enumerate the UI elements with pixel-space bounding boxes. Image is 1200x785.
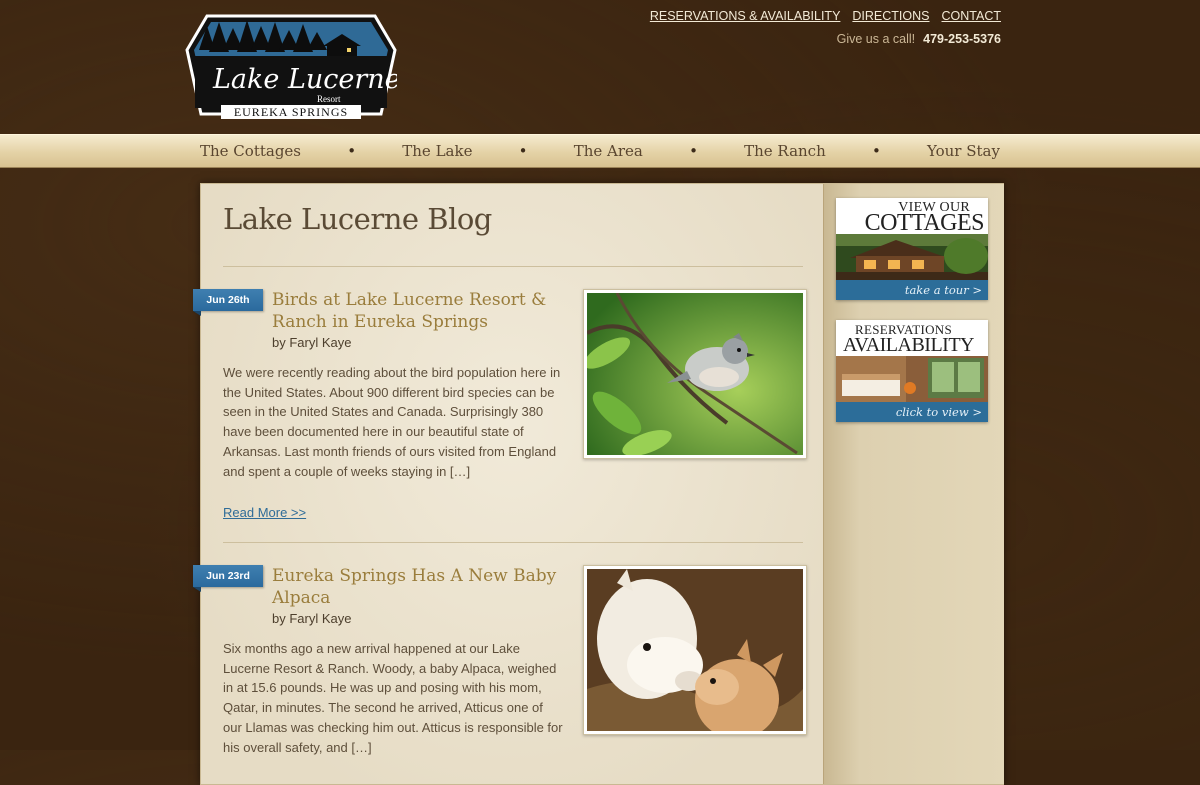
promo-heading-large: COTTAGES <box>864 210 985 236</box>
promo-cta[interactable]: take a tour > <box>836 280 988 300</box>
cottage-photo <box>836 234 988 280</box>
phone-callout: Give us a call! 479-253-5376 <box>837 32 1001 46</box>
reservations-promo[interactable]: RESERVATIONS AVAILABILITY click to view … <box>836 320 988 422</box>
nav-separator: • <box>871 142 881 160</box>
post-image-bird[interactable] <box>583 289 807 459</box>
nav-item-your-stay[interactable]: Your Stay <box>927 142 1000 160</box>
view-cottages-promo[interactable]: VIEW OUR COTTAGES take a tour > <box>836 198 988 300</box>
sidebar: VIEW OUR COTTAGES take a tour > RESERVAT… <box>823 184 1004 784</box>
blog-main: Lake Lucerne Blog Jun 26th Birds at Lake… <box>193 184 823 784</box>
room-photo <box>836 356 988 402</box>
promo-cta[interactable]: click to view > <box>836 402 988 422</box>
main-nav: The Cottages • The Lake • The Area • The… <box>0 134 1200 168</box>
promo-heading-large: AVAILABILITY <box>842 334 975 356</box>
read-more-link[interactable]: Read More >> <box>223 505 306 520</box>
date-ribbon: Jun 23rd <box>193 565 263 592</box>
logo-location: EUREKA SPRINGS <box>234 105 348 119</box>
phone-number[interactable]: 479-253-5376 <box>923 32 1001 46</box>
page-title: Lake Lucerne Blog <box>223 202 492 236</box>
date-ribbon: Jun 26th <box>193 289 263 316</box>
post-image-alpaca[interactable] <box>583 565 807 735</box>
post-excerpt: Six months ago a new arrival happened at… <box>223 641 563 755</box>
post-title[interactable]: Birds at Lake Lucerne Resort & Ranch in … <box>272 289 572 333</box>
post-author: by Faryl Kaye <box>272 335 352 350</box>
nav-item-the-lake[interactable]: The Lake <box>402 142 472 160</box>
reservations-link[interactable]: RESERVATIONS & AVAILABILITY <box>650 9 841 23</box>
site-header: Lake Lucerne Resort EUREKA SPRINGS RESER… <box>0 0 1200 134</box>
content-panel: Lake Lucerne Blog Jun 26th Birds at Lake… <box>193 183 1004 785</box>
nav-separator: • <box>518 142 528 160</box>
directions-link[interactable]: DIRECTIONS <box>852 9 929 23</box>
site-logo[interactable]: Lake Lucerne Resort EUREKA SPRINGS <box>185 10 401 122</box>
call-prompt: Give us a call! <box>836 32 916 46</box>
post-excerpt: We were recently reading about the bird … <box>223 365 561 479</box>
divider <box>223 542 803 543</box>
nav-item-the-area[interactable]: The Area <box>574 142 643 160</box>
top-utility-links: RESERVATIONS & AVAILABILITY DIRECTIONS C… <box>650 9 1001 23</box>
logo-resort: Resort <box>317 94 341 104</box>
logo-name: Lake Lucerne <box>212 64 397 95</box>
post-author: by Faryl Kaye <box>272 611 352 626</box>
nav-item-the-cottages[interactable]: The Cottages <box>200 142 301 160</box>
nav-separator: • <box>689 142 698 160</box>
divider <box>223 266 803 267</box>
post-title[interactable]: Eureka Springs Has A New Baby Alpaca <box>272 565 572 609</box>
contact-link[interactable]: CONTACT <box>942 9 1002 23</box>
nav-item-the-ranch[interactable]: The Ranch <box>744 142 826 160</box>
nav-separator: • <box>347 142 357 160</box>
